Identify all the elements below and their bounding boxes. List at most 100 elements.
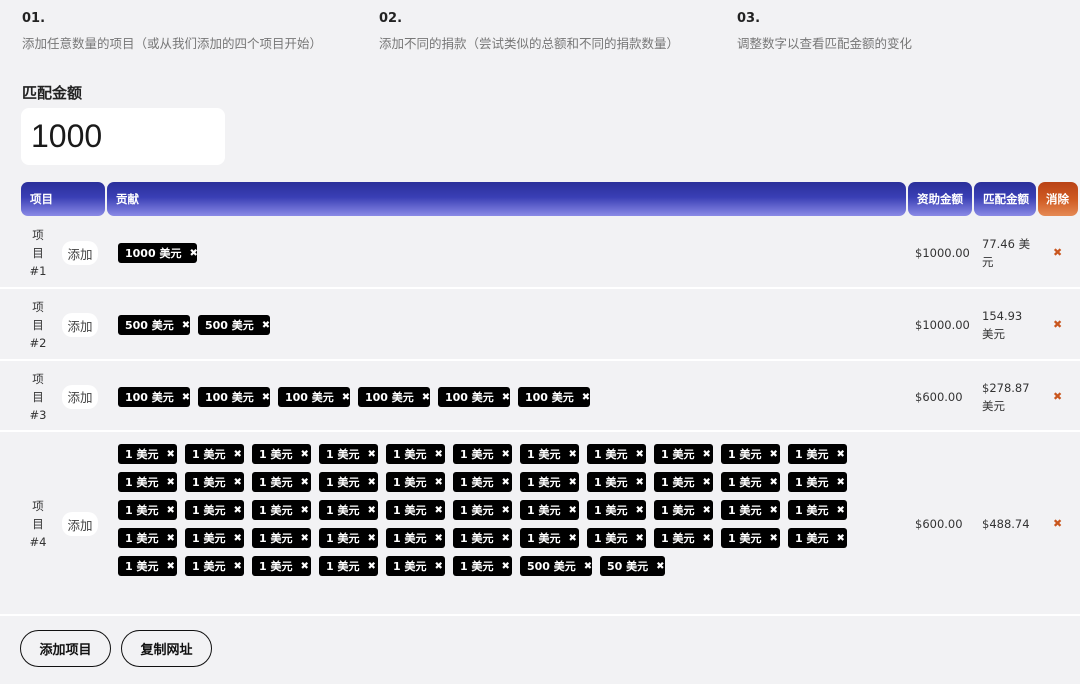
remove-contribution-icon[interactable]: ✖ xyxy=(502,392,510,403)
remove-contribution-icon[interactable]: ✖ xyxy=(635,477,643,488)
contribution-chip[interactable]: 1 美元 ✖ xyxy=(788,528,847,548)
remove-contribution-icon[interactable]: ✖ xyxy=(166,477,174,488)
contribution-chip[interactable]: 1 美元 ✖ xyxy=(721,500,780,520)
contribution-chip[interactable]: 1 美元 ✖ xyxy=(185,528,244,548)
contribution-chip[interactable]: 1 美元 ✖ xyxy=(118,528,177,548)
remove-contribution-icon[interactable]: ✖ xyxy=(656,561,664,572)
remove-contribution-icon[interactable]: ✖ xyxy=(584,561,592,572)
contribution-chip[interactable]: 1 美元 ✖ xyxy=(721,444,780,464)
contribution-chip[interactable]: 100 美元 ✖ xyxy=(198,387,270,407)
remove-contribution-icon[interactable]: ✖ xyxy=(702,449,710,460)
remove-contribution-icon[interactable]: ✖ xyxy=(501,505,509,516)
contribution-chip[interactable]: 1 美元 ✖ xyxy=(788,500,847,520)
remove-contribution-icon[interactable]: ✖ xyxy=(300,505,308,516)
remove-contribution-icon[interactable]: ✖ xyxy=(233,561,241,572)
contribution-chip[interactable]: 1 美元 ✖ xyxy=(721,472,780,492)
contribution-chip[interactable]: 1 美元 ✖ xyxy=(386,556,445,576)
contribution-chip[interactable]: 1 美元 ✖ xyxy=(788,472,847,492)
contribution-chip[interactable]: 1 美元 ✖ xyxy=(453,444,512,464)
remove-contribution-icon[interactable]: ✖ xyxy=(434,449,442,460)
contribution-chip[interactable]: 1 美元 ✖ xyxy=(654,500,713,520)
remove-contribution-icon[interactable]: ✖ xyxy=(568,477,576,488)
contribution-chip[interactable]: 100 美元 ✖ xyxy=(278,387,350,407)
remove-contribution-icon[interactable]: ✖ xyxy=(635,449,643,460)
contribution-chip[interactable]: 1 美元 ✖ xyxy=(319,556,378,576)
remove-contribution-icon[interactable]: ✖ xyxy=(568,533,576,544)
contribution-chip[interactable]: 1 美元 ✖ xyxy=(453,472,512,492)
delete-project-icon[interactable]: ✖ xyxy=(1053,517,1062,530)
remove-contribution-icon[interactable]: ✖ xyxy=(300,449,308,460)
remove-contribution-icon[interactable]: ✖ xyxy=(582,392,590,403)
contribution-chip[interactable]: 1 美元 ✖ xyxy=(654,528,713,548)
contribution-chip[interactable]: 1 美元 ✖ xyxy=(252,444,311,464)
contribution-chip[interactable]: 1 美元 ✖ xyxy=(319,528,378,548)
remove-contribution-icon[interactable]: ✖ xyxy=(568,505,576,516)
remove-contribution-icon[interactable]: ✖ xyxy=(233,477,241,488)
remove-contribution-icon[interactable]: ✖ xyxy=(501,477,509,488)
remove-contribution-icon[interactable]: ✖ xyxy=(702,477,710,488)
remove-contribution-icon[interactable]: ✖ xyxy=(166,505,174,516)
remove-contribution-icon[interactable]: ✖ xyxy=(769,477,777,488)
remove-contribution-icon[interactable]: ✖ xyxy=(262,320,270,331)
remove-contribution-icon[interactable]: ✖ xyxy=(434,477,442,488)
contribution-chip[interactable]: 1 美元 ✖ xyxy=(319,472,378,492)
remove-contribution-icon[interactable]: ✖ xyxy=(233,505,241,516)
contribution-chip[interactable]: 100 美元 ✖ xyxy=(438,387,510,407)
remove-contribution-icon[interactable]: ✖ xyxy=(434,561,442,572)
contribution-chip[interactable]: 1 美元 ✖ xyxy=(587,528,646,548)
remove-contribution-icon[interactable]: ✖ xyxy=(300,477,308,488)
remove-contribution-icon[interactable]: ✖ xyxy=(182,320,190,331)
contribution-chip[interactable]: 1 美元 ✖ xyxy=(654,472,713,492)
remove-contribution-icon[interactable]: ✖ xyxy=(182,392,190,403)
contribution-chip[interactable]: 1 美元 ✖ xyxy=(453,556,512,576)
contribution-chip[interactable]: 50 美元 ✖ xyxy=(600,556,665,576)
contribution-chip[interactable]: 1 美元 ✖ xyxy=(453,528,512,548)
remove-contribution-icon[interactable]: ✖ xyxy=(635,533,643,544)
contribution-chip[interactable]: 1 美元 ✖ xyxy=(118,472,177,492)
remove-contribution-icon[interactable]: ✖ xyxy=(702,505,710,516)
remove-contribution-icon[interactable]: ✖ xyxy=(836,449,844,460)
remove-contribution-icon[interactable]: ✖ xyxy=(166,561,174,572)
remove-contribution-icon[interactable]: ✖ xyxy=(836,533,844,544)
contribution-chip[interactable]: 1 美元 ✖ xyxy=(520,500,579,520)
contribution-chip[interactable]: 1 美元 ✖ xyxy=(185,472,244,492)
contribution-chip[interactable]: 1 美元 ✖ xyxy=(587,472,646,492)
remove-contribution-icon[interactable]: ✖ xyxy=(836,505,844,516)
contribution-chip[interactable]: 1 美元 ✖ xyxy=(118,556,177,576)
contribution-chip[interactable]: 1 美元 ✖ xyxy=(520,472,579,492)
contribution-chip[interactable]: 1 美元 ✖ xyxy=(654,444,713,464)
remove-contribution-icon[interactable]: ✖ xyxy=(367,505,375,516)
contribution-chip[interactable]: 1 美元 ✖ xyxy=(185,500,244,520)
remove-contribution-icon[interactable]: ✖ xyxy=(501,533,509,544)
add-contribution-button[interactable]: 添加 xyxy=(62,384,98,409)
contribution-chip[interactable]: 1 美元 ✖ xyxy=(386,444,445,464)
contribution-chip[interactable]: 1 美元 ✖ xyxy=(386,500,445,520)
contribution-chip[interactable]: 1 美元 ✖ xyxy=(386,528,445,548)
contribution-chip[interactable]: 1 美元 ✖ xyxy=(252,500,311,520)
contribution-chip[interactable]: 100 美元 ✖ xyxy=(118,387,190,407)
contribution-chip[interactable]: 1 美元 ✖ xyxy=(252,472,311,492)
contribution-chip[interactable]: 1 美元 ✖ xyxy=(520,444,579,464)
contribution-chip[interactable]: 1 美元 ✖ xyxy=(587,500,646,520)
remove-contribution-icon[interactable]: ✖ xyxy=(367,449,375,460)
contribution-chip[interactable]: 1000 美元 ✖ xyxy=(118,243,198,263)
remove-contribution-icon[interactable]: ✖ xyxy=(367,561,375,572)
remove-contribution-icon[interactable]: ✖ xyxy=(769,533,777,544)
contribution-chip[interactable]: 1 美元 ✖ xyxy=(453,500,512,520)
remove-contribution-icon[interactable]: ✖ xyxy=(434,505,442,516)
remove-contribution-icon[interactable]: ✖ xyxy=(769,449,777,460)
remove-contribution-icon[interactable]: ✖ xyxy=(166,449,174,460)
contribution-chip[interactable]: 1 美元 ✖ xyxy=(788,444,847,464)
remove-contribution-icon[interactable]: ✖ xyxy=(300,533,308,544)
add-contribution-button[interactable]: 添加 xyxy=(62,313,98,337)
add-contribution-button[interactable]: 添加 xyxy=(62,241,98,265)
contribution-chip[interactable]: 500 美元 ✖ xyxy=(520,556,592,576)
delete-project-icon[interactable]: ✖ xyxy=(1053,390,1062,403)
remove-contribution-icon[interactable]: ✖ xyxy=(342,392,350,403)
contribution-chip[interactable]: 1 美元 ✖ xyxy=(185,556,244,576)
remove-contribution-icon[interactable]: ✖ xyxy=(367,533,375,544)
contribution-chip[interactable]: 100 美元 ✖ xyxy=(358,387,430,407)
contribution-chip[interactable]: 1 美元 ✖ xyxy=(721,528,780,548)
contribution-chip[interactable]: 1 美元 ✖ xyxy=(185,444,244,464)
contribution-chip[interactable]: 500 美元 ✖ xyxy=(118,315,190,335)
